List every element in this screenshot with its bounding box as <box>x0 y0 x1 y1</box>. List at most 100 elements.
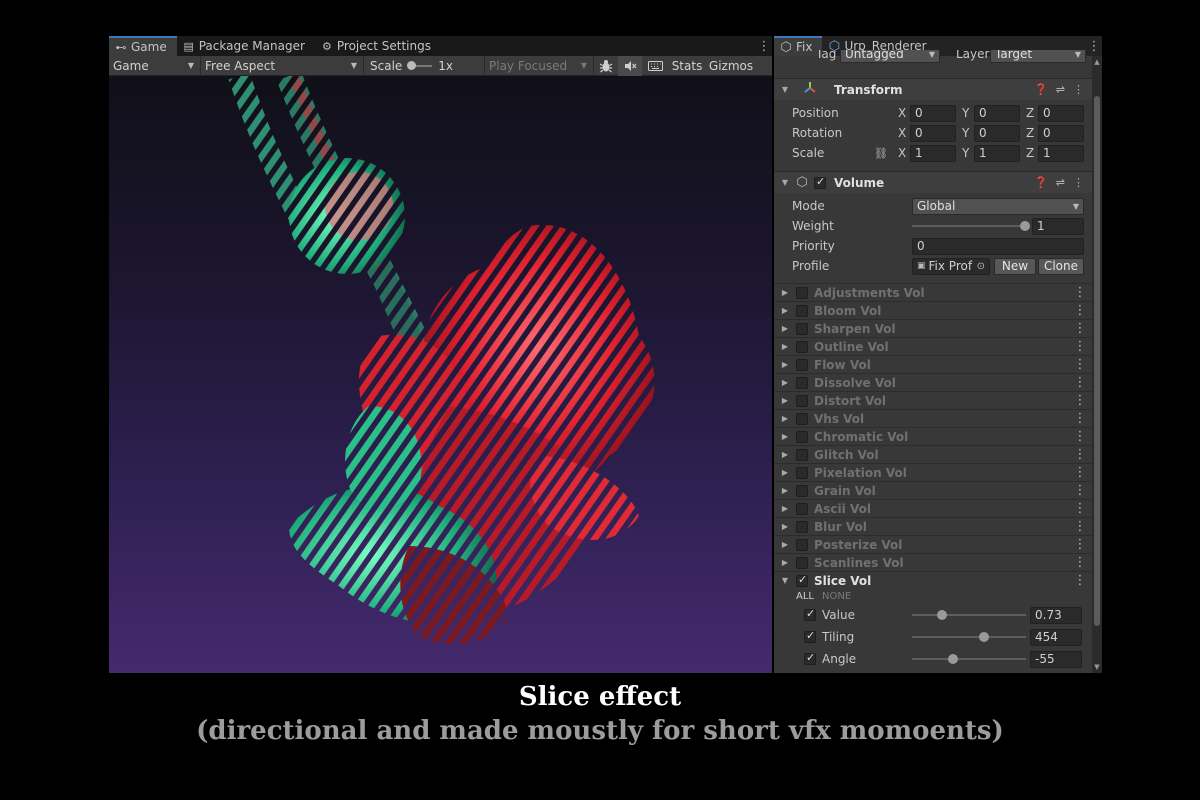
scale-y-field[interactable]: 1 <box>974 144 1020 162</box>
foldout-expanded-icon[interactable]: ▼ <box>778 178 792 187</box>
foldout-collapsed-icon[interactable]: ▶ <box>778 324 792 333</box>
override-enabled-checkbox[interactable] <box>796 358 808 371</box>
help-icon[interactable]: ❓ <box>1034 83 1048 96</box>
preset-icon[interactable]: ⇌ <box>1056 83 1065 96</box>
override-outline-vol[interactable]: ▶ Outline Vol ⋮ <box>774 337 1092 355</box>
override-menu-icon[interactable]: ⋮ <box>1072 375 1088 390</box>
foldout-collapsed-icon[interactable]: ▶ <box>778 306 792 315</box>
foldout-expanded-icon[interactable]: ▼ <box>778 576 792 585</box>
volume-header[interactable]: ▼ ⬡ Volume ❓ ⇌ ⋮ <box>774 171 1092 193</box>
rotation-x-field[interactable]: 0 <box>910 124 956 142</box>
param-value-field[interactable]: 0.73 <box>1030 607 1082 624</box>
bug-icon[interactable] <box>594 56 618 76</box>
override-menu-icon[interactable]: ⋮ <box>1072 483 1088 498</box>
scale-slider[interactable]: Scale 1x <box>364 56 484 76</box>
override-enabled-checkbox[interactable] <box>796 502 808 515</box>
scale-x-field[interactable]: 1 <box>910 144 956 162</box>
tag-dropdown[interactable]: Untagged ▼ <box>840 50 940 63</box>
component-menu-icon[interactable]: ⋮ <box>1073 176 1084 189</box>
object-picker-icon[interactable]: ⊙ <box>977 259 985 274</box>
override-menu-icon[interactable]: ⋮ <box>1072 501 1088 516</box>
override-menu-icon[interactable]: ⋮ <box>1072 411 1088 426</box>
override-enabled-checkbox[interactable] <box>796 376 808 389</box>
select-none-button[interactable]: NONE <box>822 591 851 602</box>
override-posterize-vol[interactable]: ▶ Posterize Vol ⋮ <box>774 535 1092 553</box>
scroll-down-icon[interactable]: ▼ <box>1092 663 1102 671</box>
foldout-collapsed-icon[interactable]: ▶ <box>778 342 792 351</box>
override-blur-vol[interactable]: ▶ Blur Vol ⋮ <box>774 517 1092 535</box>
override-enabled-checkbox[interactable] <box>796 286 808 299</box>
help-icon[interactable]: ❓ <box>1034 176 1048 189</box>
position-y-field[interactable]: 0 <box>974 104 1020 122</box>
scale-slider-track[interactable] <box>407 60 433 70</box>
override-menu-icon[interactable]: ⋮ <box>1072 303 1088 318</box>
override-bloom-vol[interactable]: ▶ Bloom Vol ⋮ <box>774 301 1092 319</box>
override-menu-icon[interactable]: ⋮ <box>1072 429 1088 444</box>
scroll-up-icon[interactable]: ▲ <box>1092 58 1102 66</box>
gizmos-button[interactable]: Gizmos <box>706 56 756 76</box>
select-all-button[interactable]: ALL <box>796 591 814 602</box>
override-adjustments-vol[interactable]: ▶ Adjustments Vol ⋮ <box>774 283 1092 301</box>
foldout-collapsed-icon[interactable]: ▶ <box>778 414 792 423</box>
param-angle-field[interactable]: -55 <box>1030 651 1082 668</box>
override-ascii-vol[interactable]: ▶ Ascii Vol ⋮ <box>774 499 1092 517</box>
play-mode-dropdown[interactable]: Play Focused ▼ <box>484 55 594 76</box>
override-menu-icon[interactable]: ⋮ <box>1072 339 1088 354</box>
priority-field[interactable]: 0 <box>912 237 1084 255</box>
constrain-proportions-icon[interactable]: ⛓ <box>874 147 888 160</box>
tab-package-manager[interactable]: ▤ Package Manager <box>177 36 315 56</box>
override-menu-icon[interactable]: ⋮ <box>1072 321 1088 336</box>
override-enabled-checkbox[interactable] <box>796 340 808 353</box>
param-override-checkbox[interactable] <box>804 607 816 621</box>
param-override-checkbox[interactable] <box>804 651 816 665</box>
override-pixelation-vol[interactable]: ▶ Pixelation Vol ⋮ <box>774 463 1092 481</box>
clone-profile-button[interactable]: Clone <box>1038 257 1084 275</box>
tab-project-settings[interactable]: ⚙ Project Settings <box>315 36 441 56</box>
foldout-collapsed-icon[interactable]: ▶ <box>778 540 792 549</box>
scrollbar-thumb[interactable] <box>1094 96 1100 626</box>
override-enabled-checkbox[interactable] <box>796 538 808 551</box>
new-profile-button[interactable]: New <box>994 257 1036 275</box>
param-angle-slider-track[interactable] <box>912 658 1026 660</box>
override-enabled-checkbox[interactable] <box>796 448 808 461</box>
foldout-collapsed-icon[interactable]: ▶ <box>778 396 792 405</box>
rotation-z-field[interactable]: 0 <box>1038 124 1084 142</box>
foldout-collapsed-icon[interactable]: ▶ <box>778 522 792 531</box>
volume-enabled-checkbox[interactable] <box>814 175 826 189</box>
override-enabled-checkbox[interactable] <box>796 466 808 479</box>
foldout-collapsed-icon[interactable]: ▶ <box>778 558 792 567</box>
override-menu-icon[interactable]: ⋮ <box>1072 465 1088 480</box>
param-tiling-field[interactable]: 454 <box>1030 629 1082 646</box>
component-menu-icon[interactable]: ⋮ <box>1073 83 1084 96</box>
weight-field[interactable]: 1 <box>1032 217 1084 235</box>
game-window-menu-icon[interactable]: ⋮ <box>756 36 772 56</box>
param-value-slider-track[interactable] <box>912 614 1026 616</box>
mode-dropdown[interactable]: Global ▼ <box>912 197 1084 215</box>
override-enabled-checkbox[interactable] <box>796 484 808 497</box>
stats-button[interactable]: Stats <box>668 56 706 76</box>
override-flow-vol[interactable]: ▶ Flow Vol ⋮ <box>774 355 1092 373</box>
preset-icon[interactable]: ⇌ <box>1056 176 1065 189</box>
override-enabled-checkbox[interactable] <box>796 556 808 569</box>
game-viewport[interactable] <box>109 76 772 673</box>
scale-z-field[interactable]: 1 <box>1038 144 1084 162</box>
foldout-collapsed-icon[interactable]: ▶ <box>778 468 792 477</box>
override-vhs-vol[interactable]: ▶ Vhs Vol ⋮ <box>774 409 1092 427</box>
override-enabled-checkbox[interactable] <box>796 394 808 407</box>
foldout-collapsed-icon[interactable]: ▶ <box>778 450 792 459</box>
layer-dropdown[interactable]: Target ▼ <box>990 50 1086 63</box>
foldout-collapsed-icon[interactable]: ▶ <box>778 486 792 495</box>
foldout-collapsed-icon[interactable]: ▶ <box>778 432 792 441</box>
override-dissolve-vol[interactable]: ▶ Dissolve Vol ⋮ <box>774 373 1092 391</box>
override-menu-icon[interactable]: ⋮ <box>1072 519 1088 534</box>
inspector-scrollbar[interactable]: ▲ ▼ <box>1092 56 1102 673</box>
override-enabled-checkbox[interactable] <box>796 322 808 335</box>
override-enabled-checkbox[interactable] <box>796 520 808 533</box>
foldout-expanded-icon[interactable]: ▼ <box>778 85 792 94</box>
override-menu-icon[interactable]: ⋮ <box>1072 357 1088 372</box>
profile-object-field[interactable]: ▣ Fix Prof ⊙ <box>912 257 990 275</box>
override-grain-vol[interactable]: ▶ Grain Vol ⋮ <box>774 481 1092 499</box>
override-distort-vol[interactable]: ▶ Distort Vol ⋮ <box>774 391 1092 409</box>
override-menu-icon[interactable]: ⋮ <box>1072 285 1088 300</box>
position-z-field[interactable]: 0 <box>1038 104 1084 122</box>
